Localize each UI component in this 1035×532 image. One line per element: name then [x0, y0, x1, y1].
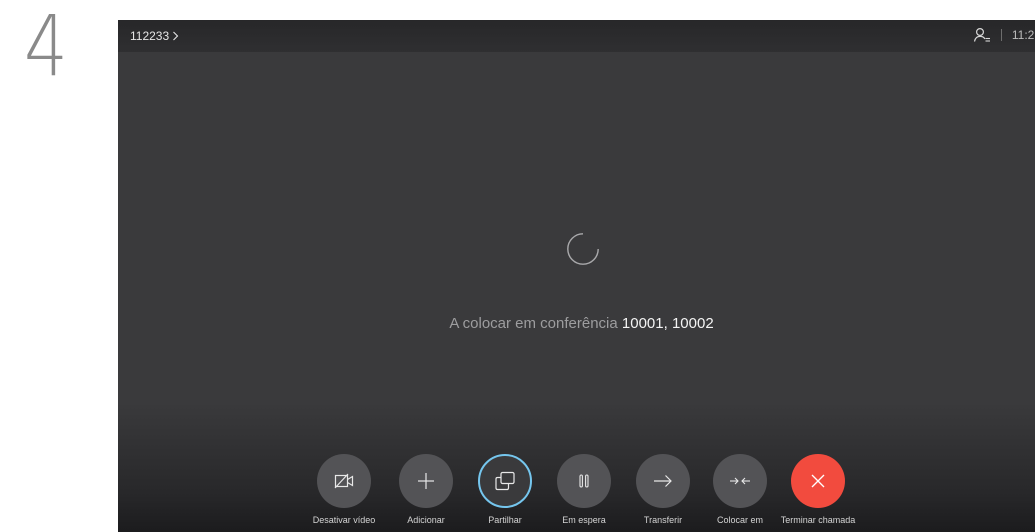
- hold-label: Em espera: [562, 515, 606, 525]
- add-label: Adicionar: [407, 515, 445, 525]
- end-call-button[interactable]: Terminar chamada: [768, 454, 868, 525]
- merge-label: Colocar em: [716, 515, 763, 525]
- page: 4 112233 11:27: [0, 0, 1035, 532]
- end-call-label: Terminar chamada: [780, 515, 856, 525]
- call-id-label: 112233: [130, 29, 170, 43]
- loading-spinner-icon: [566, 232, 600, 266]
- add-button-circle[interactable]: [399, 454, 453, 508]
- close-icon: [810, 473, 826, 489]
- end-call-button-circle[interactable]: [791, 454, 845, 508]
- plus-icon: [416, 471, 436, 491]
- chevron-right-icon: [172, 31, 179, 41]
- participants-icon[interactable]: [973, 27, 991, 43]
- separator: [1000, 29, 1002, 41]
- share-icon: [494, 471, 516, 491]
- video-off-button-circle[interactable]: [317, 454, 371, 508]
- pause-icon: [577, 473, 591, 489]
- merge-button-circle[interactable]: [713, 454, 767, 508]
- conference-status-prefix: A colocar em conferência: [449, 315, 618, 332]
- transfer-label: Transferir: [643, 515, 683, 525]
- hold-button-circle[interactable]: [557, 454, 611, 508]
- top-bar-right: 11:27: [973, 27, 1035, 43]
- transfer-button-circle[interactable]: [636, 454, 690, 508]
- share-label: Partilhar: [488, 515, 522, 525]
- video-off-label: Desativar vídeo: [312, 515, 376, 525]
- step-number: 4: [24, 0, 68, 95]
- share-button-circle[interactable]: [478, 454, 532, 508]
- merge-icon: [729, 475, 751, 487]
- top-bar: 112233 11:27: [118, 20, 1035, 52]
- conference-status: A colocar em conferência 10001, 10002: [118, 315, 1035, 332]
- clock: 11:27: [1011, 28, 1035, 42]
- call-controls: Desativar vídeo Adicionar Partilhar Em e…: [118, 454, 1035, 532]
- call-id-button[interactable]: 112233: [130, 29, 179, 43]
- call-screen: 112233 11:27: [118, 20, 1035, 532]
- conference-status-numbers: 10001, 10002: [621, 315, 714, 332]
- video-off-icon: [334, 473, 354, 489]
- arrow-right-icon: [653, 474, 673, 488]
